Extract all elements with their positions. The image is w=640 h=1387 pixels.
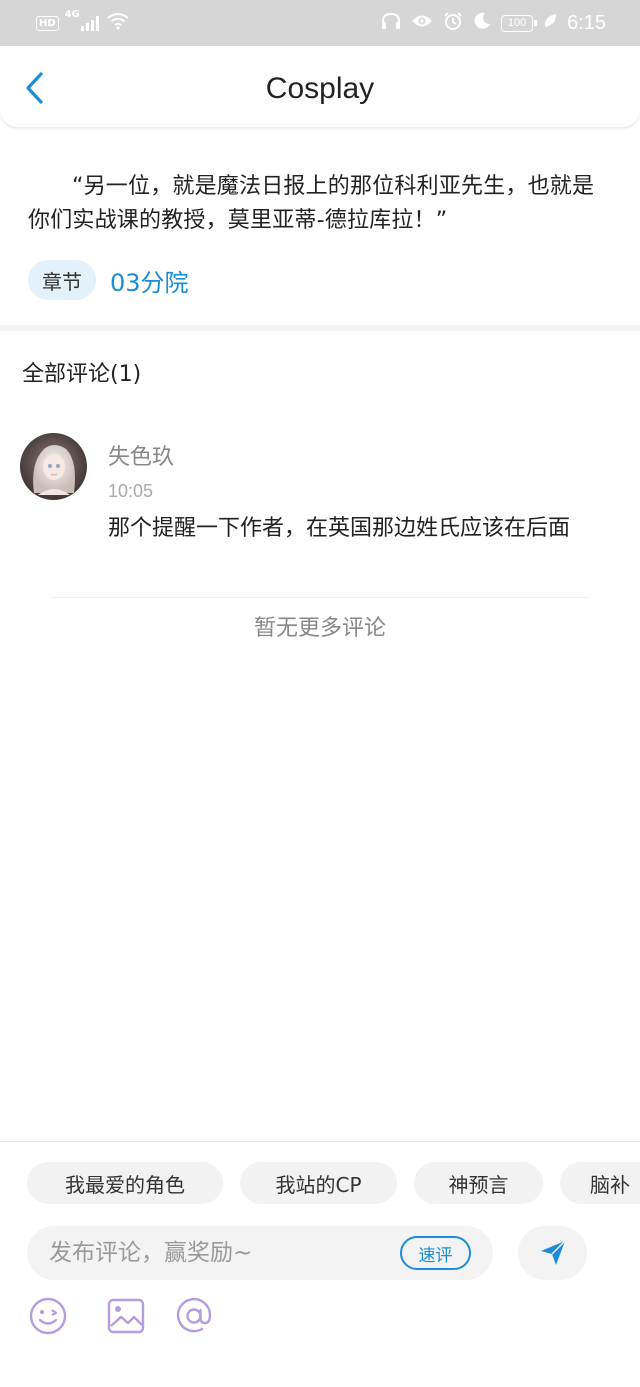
avatar[interactable] — [20, 433, 87, 500]
network-type: 4G — [64, 9, 80, 20]
send-button[interactable] — [518, 1226, 587, 1280]
comment-composer: 我最爱的角色 我站的CP 神预言 脑补 速评 — [0, 1141, 640, 1387]
status-bar-left: HD 4G — [36, 9, 129, 36]
emoji-icon — [29, 1297, 67, 1335]
image-icon — [107, 1298, 145, 1334]
no-more-comments-label: 暂无更多评论 — [253, 616, 386, 641]
wifi-icon — [107, 12, 129, 34]
quick-tag[interactable]: 神预言 — [414, 1162, 543, 1204]
send-icon — [540, 1240, 566, 1265]
mention-button[interactable] — [174, 1296, 214, 1336]
status-bar: HD 4G 100 6:15 — [0, 0, 640, 46]
divider — [50, 597, 590, 598]
alarm-icon — [443, 11, 463, 35]
leaf-icon — [543, 13, 557, 33]
section-divider — [0, 325, 640, 331]
chapter-label-chip: 章节 — [28, 260, 96, 300]
status-time: 6:15 — [567, 11, 606, 34]
comment-username[interactable]: 失色玖 — [108, 439, 174, 471]
eye-icon — [411, 13, 433, 33]
quick-tag[interactable]: 我站的CP — [240, 1162, 397, 1204]
page-title: Cosplay — [265, 72, 375, 105]
chapter-row: 章节 03分院 — [28, 259, 189, 301]
composer-tools — [28, 1296, 214, 1336]
quick-tag-row: 我最爱的角色 我站的CP 神预言 脑补 — [27, 1162, 640, 1204]
moon-icon — [473, 12, 491, 34]
quoted-passage: “另一位，就是魔法日报上的那位科利亚先生，也就是你们实战课的教授，莫里亚蒂-德拉… — [28, 174, 595, 233]
status-bar-right: 100 6:15 — [381, 10, 606, 36]
chapter-link[interactable]: 03分院 — [110, 263, 189, 298]
headphones-icon — [381, 12, 401, 34]
quick-tag[interactable]: 脑补 — [560, 1162, 640, 1204]
comment-input[interactable] — [49, 1226, 389, 1280]
mention-icon — [176, 1297, 212, 1333]
comment-input-box: 速评 — [27, 1226, 493, 1280]
signal-icon: 4G — [65, 9, 99, 31]
top-nav-bar: Cosplay — [0, 46, 640, 128]
comment-time: 10:05 — [108, 481, 154, 501]
quick-tag[interactable]: 我最爱的角色 — [27, 1162, 223, 1204]
quick-review-button[interactable]: 速评 — [400, 1236, 471, 1270]
image-button[interactable] — [106, 1296, 146, 1336]
comments-section-title: 全部评论(1) — [22, 362, 142, 387]
battery-indicator: 100 — [501, 14, 538, 32]
comment-text: 那个提醒一下作者，在英国那边姓氏应该在后面 — [108, 516, 571, 541]
emoji-button[interactable] — [28, 1296, 68, 1336]
hd-indicator: HD — [36, 15, 59, 31]
